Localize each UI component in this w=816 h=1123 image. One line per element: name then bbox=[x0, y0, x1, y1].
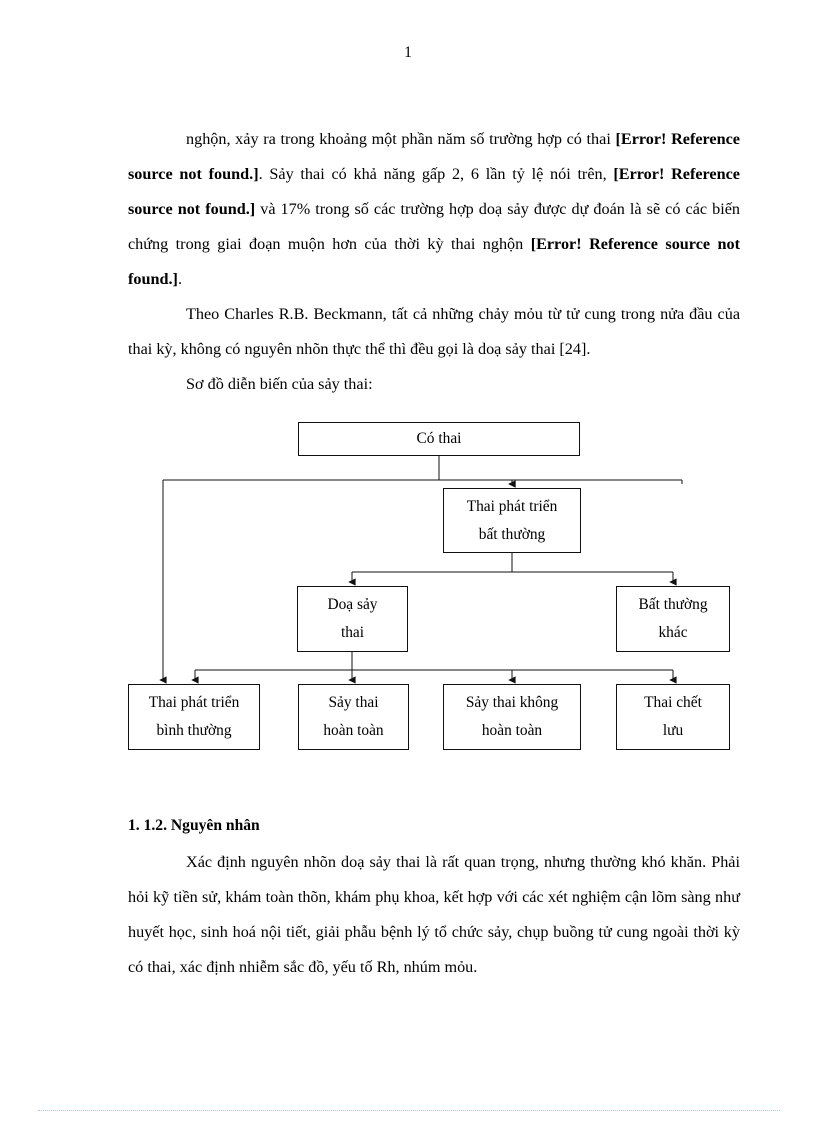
flow-node-say-thai-khong-hoan-toan-line-1: Sảy thai không bbox=[465, 694, 559, 711]
flow-node-say-thai-khong-hoan-toan-line-2: hoàn toàn bbox=[481, 722, 543, 739]
footer-rule bbox=[38, 1110, 780, 1111]
flow-node-co-thai-line-1: Có thai bbox=[416, 430, 462, 447]
flow-node-thai-phat-trien-bat-thuong: Thai phát triển bất thường bbox=[443, 488, 581, 553]
paragraph-1: nghộn, xảy ra trong khoảng một phần năm … bbox=[128, 122, 740, 297]
flow-node-doa-say-thai: Doạ sảy thai bbox=[297, 586, 408, 652]
flow-node-doa-say-thai-line-2: thai bbox=[340, 624, 365, 641]
flow-node-thai-phat-trien-binh-thuong-line-2: bình thường bbox=[156, 722, 232, 739]
flow-node-thai-chet-luu: Thai chết lưu bbox=[616, 684, 730, 750]
paragraph-1-part-a: nghộn, xảy ra trong khoảng một phần năm … bbox=[186, 130, 616, 148]
flow-node-doa-say-thai-line-1: Doạ sảy bbox=[327, 596, 378, 613]
document-body-lower: Xác định nguyên nhõn doạ sảy thai là rất… bbox=[128, 845, 740, 985]
document-body: nghộn, xảy ra trong khoảng một phần năm … bbox=[128, 122, 740, 402]
flow-node-say-thai-hoan-toan-line-1: Sảy thai bbox=[328, 694, 379, 711]
section-heading: 1. 1.2. Nguyên nhân bbox=[128, 817, 260, 834]
paragraph-4: Xác định nguyên nhõn doạ sảy thai là rất… bbox=[128, 853, 740, 976]
flow-node-thai-chet-luu-line-1: Thai chết bbox=[644, 694, 702, 711]
flow-node-thai-phat-trien-binh-thuong-line-1: Thai phát triển bbox=[148, 694, 240, 711]
paragraph-1-part-b: . Sảy thai có khả năng gấp 2, 6 lần tỷ l… bbox=[258, 165, 614, 183]
flow-node-thai-phat-trien-binh-thuong: Thai phát triển bình thường bbox=[128, 684, 260, 750]
paragraph-2: Theo Charles R.B. Beckmann, tất cả những… bbox=[128, 305, 740, 358]
document-page: 1 nghộn, xảy ra trong khoảng một phần nă… bbox=[0, 0, 816, 1123]
flow-node-bat-thuong-khac-line-2: khác bbox=[658, 624, 688, 641]
flow-node-bat-thuong-khac-line-1: Bất thường bbox=[638, 596, 708, 613]
flow-node-thai-chet-luu-line-2: lưu bbox=[662, 722, 684, 739]
flow-node-say-thai-khong-hoan-toan: Sảy thai không hoàn toàn bbox=[443, 684, 581, 750]
paragraph-1-part-d: . bbox=[177, 270, 182, 288]
flow-node-co-thai: Có thai bbox=[298, 422, 580, 456]
flow-node-bat-thuong-khac: Bất thường khác bbox=[616, 586, 730, 652]
flow-node-say-thai-hoan-toan-line-2: hoàn toàn bbox=[323, 722, 384, 739]
flow-node-say-thai-hoan-toan: Sảy thai hoàn toàn bbox=[298, 684, 409, 750]
flow-node-thai-phat-trien-bat-thuong-line-2: bất thường bbox=[478, 525, 546, 543]
page-number: 1 bbox=[404, 44, 412, 61]
flow-node-thai-phat-trien-bat-thuong-line-1: Thai phát triển bbox=[466, 497, 558, 515]
paragraph-3-chart-caption: Sơ đồ diễn biến của sảy thai: bbox=[186, 375, 373, 393]
